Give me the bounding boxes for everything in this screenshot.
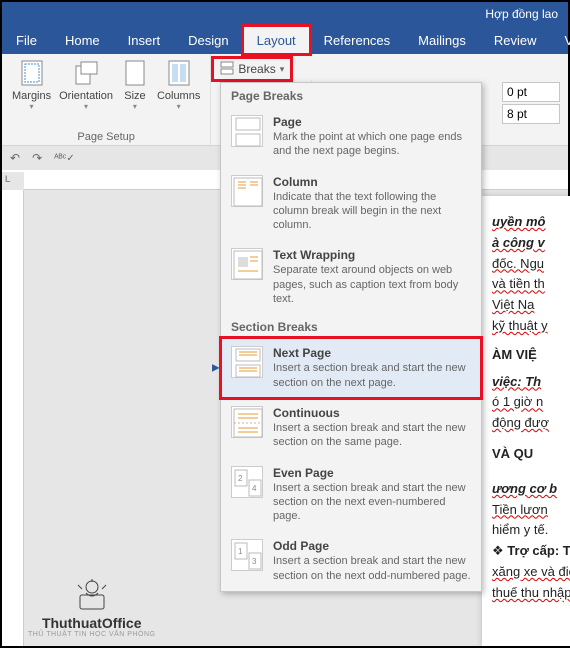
- orientation-label: Orientation: [59, 90, 113, 102]
- menu-item-page[interactable]: Page Mark the point at which one page en…: [221, 107, 481, 167]
- column-break-icon: [231, 175, 263, 207]
- menu-item-odd-page[interactable]: 13 Odd Page Insert a section break and s…: [221, 531, 481, 591]
- svg-text:3: 3: [252, 557, 257, 566]
- breaks-label: Breaks: [238, 62, 275, 76]
- logo-icon: [70, 577, 114, 613]
- menu-item-title: Column: [273, 175, 471, 189]
- menu-item-desc: Mark the point at which one page ends an…: [273, 130, 471, 159]
- doc-line: hiểm y tế.: [492, 520, 570, 541]
- chevron-down-icon: ▾: [30, 102, 34, 111]
- doc-line: Việt Na: [492, 295, 570, 316]
- tab-review[interactable]: Review: [480, 26, 551, 54]
- dropdown-header-sectionbreaks: Section Breaks: [221, 314, 481, 338]
- orientation-button[interactable]: Orientation ▾: [55, 58, 117, 111]
- columns-button[interactable]: Columns ▾: [153, 58, 204, 111]
- ruler-corner: L: [5, 174, 11, 184]
- doc-line: xăng xe và điện: [492, 562, 570, 583]
- spacing-after-input[interactable]: 8 pt: [502, 104, 560, 124]
- menu-item-even-page[interactable]: 24 Even Page Insert a section break and …: [221, 458, 481, 532]
- doc-line: đốc. Ngu: [492, 254, 570, 275]
- tab-file[interactable]: File: [2, 26, 51, 54]
- logo-tagline: THỦ THUẬT TIN HỌC VĂN PHÒNG: [28, 631, 155, 638]
- doc-line: và tiền th: [492, 274, 570, 295]
- breaks-icon: [220, 61, 234, 78]
- tab-view[interactable]: Vie: [550, 26, 570, 54]
- chevron-down-icon: ▾: [133, 102, 137, 111]
- logo-brand: ThuthuatOffice: [28, 615, 155, 631]
- margins-icon: [18, 58, 46, 88]
- doc-line: ÀM VIỆ: [492, 345, 570, 366]
- doc-line: uyền mô: [492, 212, 570, 233]
- spellcheck-icon[interactable]: ᴬᴮᶜ✓: [54, 153, 75, 164]
- doc-line: ương cơ b: [492, 479, 570, 500]
- menu-item-continuous[interactable]: Continuous Insert a section break and st…: [221, 398, 481, 458]
- tab-design[interactable]: Design: [174, 26, 242, 54]
- doc-line: kỹ thuật y: [492, 316, 570, 337]
- group-label-pagesetup: Page Setup: [8, 131, 204, 143]
- menu-item-column[interactable]: Column Indicate that the text following …: [221, 167, 481, 241]
- title-bar: Hợp đồng lao: [2, 2, 568, 26]
- menu-item-desc: Insert a section break and start the new…: [273, 361, 471, 390]
- menu-item-title: Even Page: [273, 466, 471, 480]
- tab-insert[interactable]: Insert: [114, 26, 175, 54]
- menu-item-desc: Insert a section break and start the new…: [273, 421, 471, 450]
- doc-line: động đượ: [492, 413, 570, 434]
- window-title: Hợp đồng lao: [485, 7, 558, 21]
- menu-item-title: Next Page: [273, 346, 471, 360]
- svg-text:2: 2: [238, 474, 243, 483]
- tab-layout[interactable]: Layout: [243, 26, 310, 54]
- orientation-icon: [72, 58, 100, 88]
- margins-label: Margins: [12, 90, 51, 102]
- continuous-icon: [231, 406, 263, 438]
- vertical-ruler[interactable]: [2, 190, 24, 646]
- menu-item-next-page[interactable]: ▶ Next Page Insert a section break and s…: [221, 338, 481, 398]
- doc-line: ó 1 giờ n: [492, 392, 570, 413]
- doc-line: à công v: [492, 233, 570, 254]
- selection-arrow-icon: ▶: [212, 363, 220, 374]
- doc-line: Trợ cấp: Tiền: [507, 543, 570, 558]
- menu-item-desc: Insert a section break and start the new…: [273, 481, 471, 524]
- doc-line: Tiền lươn: [492, 500, 570, 521]
- redo-icon[interactable]: ↷: [32, 151, 42, 165]
- columns-label: Columns: [157, 90, 200, 102]
- menu-item-desc: Insert a section break and start the new…: [273, 554, 471, 583]
- size-icon: [121, 58, 149, 88]
- columns-icon: [165, 58, 193, 88]
- undo-icon[interactable]: ↶: [10, 151, 20, 165]
- tab-home[interactable]: Home: [51, 26, 114, 54]
- menu-item-title: Text Wrapping: [273, 248, 471, 262]
- doc-line: VÀ QU: [492, 444, 570, 465]
- spacing-before-input[interactable]: 0 pt: [502, 82, 560, 102]
- tab-references[interactable]: References: [310, 26, 404, 54]
- breaks-dropdown: Page Breaks Page Mark the point at which…: [220, 82, 482, 592]
- text-wrapping-icon: [231, 248, 263, 280]
- menu-item-text-wrapping[interactable]: Text Wrapping Separate text around objec…: [221, 240, 481, 314]
- page-setup-group: Margins ▾ Orientation ▾ Size ▾: [2, 54, 211, 145]
- chevron-down-icon: ▾: [84, 102, 88, 111]
- even-page-icon: 24: [231, 466, 263, 498]
- document-page[interactable]: uyền mô à công v đốc. Ngu và tiền th Việ…: [482, 196, 570, 646]
- chevron-down-icon: ▾: [177, 102, 181, 111]
- margins-button[interactable]: Margins ▾: [8, 58, 55, 111]
- odd-page-icon: 13: [231, 539, 263, 571]
- doc-line: thuế thu nhập c: [492, 583, 570, 604]
- menu-item-title: Odd Page: [273, 539, 471, 553]
- page-break-icon: [231, 115, 263, 147]
- menu-item-title: Page: [273, 115, 471, 129]
- chevron-down-icon: ▾: [280, 64, 285, 75]
- size-label: Size: [124, 90, 145, 102]
- menu-item-desc: Separate text around objects on web page…: [273, 263, 471, 306]
- svg-text:1: 1: [238, 547, 243, 556]
- menu-item-desc: Indicate that the text following the col…: [273, 190, 471, 233]
- ribbon-tabs: File Home Insert Design Layout Reference…: [2, 26, 568, 54]
- svg-text:4: 4: [252, 484, 257, 493]
- breaks-button[interactable]: Breaks ▾: [213, 58, 291, 80]
- doc-line: việc: Th: [492, 374, 541, 389]
- next-page-icon: [231, 346, 263, 378]
- dropdown-header-pagebreaks: Page Breaks: [221, 83, 481, 107]
- watermark-logo: ThuthuatOffice THỦ THUẬT TIN HỌC VĂN PHÒ…: [28, 577, 155, 638]
- menu-item-title: Continuous: [273, 406, 471, 420]
- tab-mailings[interactable]: Mailings: [404, 26, 480, 54]
- size-button[interactable]: Size ▾: [117, 58, 153, 111]
